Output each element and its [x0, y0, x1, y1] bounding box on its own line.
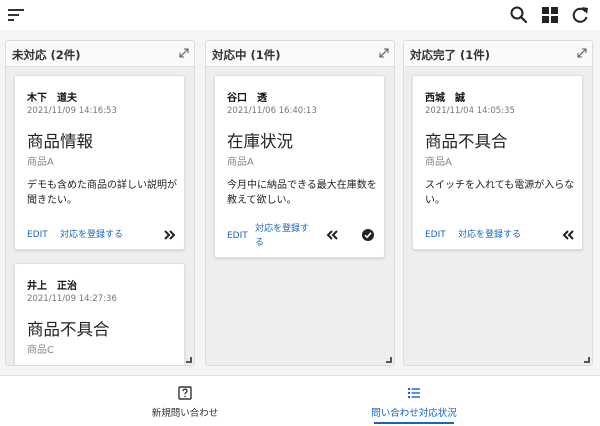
sort-menu-icon[interactable]: [8, 8, 24, 22]
inquiry-card[interactable]: 井上 正治 2021/11/09 14:27:36 商品不具合 商品C: [14, 263, 185, 365]
double-chevron-right-icon[interactable]: [163, 228, 177, 242]
timestamp: 2021/11/06 16:40:13: [227, 106, 317, 116]
customer-name: 木下 道夫: [27, 93, 77, 104]
column-title: 対応完了 (1件): [410, 48, 491, 62]
column-header: 対応中 (1件): [206, 41, 394, 67]
expand-icon[interactable]: [179, 48, 189, 58]
bottom-navigation: 新規問い合わせ 問い合わせ対応状況: [0, 375, 600, 425]
register-response-button[interactable]: 対応を登録する: [60, 228, 123, 242]
column-in-progress: 対応中 (1件) 谷口 透 2021/11/06 16:40:13 在庫状況 商…: [205, 40, 395, 366]
tab-new-inquiry[interactable]: 新規問い合わせ: [85, 376, 285, 426]
edit-button[interactable]: EDIT: [27, 230, 48, 240]
register-response-button[interactable]: 対応を登録する: [255, 222, 311, 250]
expand-icon[interactable]: [577, 48, 587, 58]
timestamp: 2021/11/09 14:27:36: [27, 294, 117, 304]
double-chevron-left-icon[interactable]: [325, 228, 339, 242]
product-name: 商品C: [27, 345, 54, 356]
column-header: 未対応 (2件): [6, 41, 194, 67]
product-name: 商品A: [227, 157, 254, 168]
list-icon: [408, 388, 420, 398]
inquiry-description: 今月中に納品できる最大在庫数を教えて欲しい。: [227, 180, 377, 206]
resize-handle[interactable]: [186, 357, 192, 363]
inquiry-subject: 商品情報: [27, 132, 93, 151]
timestamp: 2021/11/09 14:16:53: [27, 106, 117, 116]
inquiry-description: デモも含めた商品の詳しい説明が聞きたい。: [27, 180, 177, 206]
customer-name: 谷口 透: [227, 93, 267, 104]
help-box-icon: [178, 386, 192, 400]
resize-handle[interactable]: [584, 357, 590, 363]
inquiry-card[interactable]: 西城 誠 2021/11/04 14:05:35 商品不具合 商品A スイッチを…: [412, 75, 583, 250]
inquiry-card[interactable]: 木下 道夫 2021/11/09 14:16:53 商品情報 商品A デモも含め…: [14, 75, 185, 250]
inquiry-card[interactable]: 谷口 透 2021/11/06 16:40:13 在庫状況 商品A 今月中に納品…: [214, 75, 385, 258]
timestamp: 2021/11/04 14:05:35: [425, 106, 515, 116]
refresh-icon[interactable]: [570, 5, 590, 25]
customer-name: 西城 誠: [425, 93, 465, 104]
column-completed: 対応完了 (1件) 西城 誠 2021/11/04 14:05:35 商品不具合…: [403, 40, 593, 366]
column-title: 未対応 (2件): [12, 48, 81, 62]
search-icon[interactable]: [509, 5, 529, 25]
register-response-button[interactable]: 対応を登録する: [458, 228, 521, 242]
column-unhandled: 未対応 (2件) 木下 道夫 2021/11/09 14:16:53 商品情報 …: [5, 40, 195, 366]
resize-handle[interactable]: [386, 357, 392, 363]
grid-view-icon[interactable]: [540, 5, 560, 25]
edit-button[interactable]: EDIT: [425, 230, 446, 240]
double-chevron-left-icon[interactable]: [561, 228, 575, 242]
tab-label: 問い合わせ対応状況: [371, 408, 457, 419]
customer-name: 井上 正治: [27, 281, 77, 292]
edit-button[interactable]: EDIT: [227, 231, 248, 241]
inquiry-subject: 在庫状況: [227, 132, 293, 151]
inquiry-description: スイッチを入れても電源が入らない。: [425, 180, 575, 206]
product-name: 商品A: [425, 157, 452, 168]
kanban-board: 未対応 (2件) 木下 道夫 2021/11/09 14:16:53 商品情報 …: [0, 30, 600, 375]
column-header: 対応完了 (1件): [404, 41, 592, 67]
tab-inquiry-status[interactable]: 問い合わせ対応状況: [314, 376, 514, 426]
top-app-bar: [0, 0, 600, 30]
inquiry-subject: 商品不具合: [27, 320, 110, 339]
column-title: 対応中 (1件): [212, 48, 281, 62]
inquiry-subject: 商品不具合: [425, 132, 508, 151]
tab-label: 新規問い合わせ: [151, 408, 219, 419]
active-tab-indicator: [374, 422, 454, 424]
product-name: 商品A: [27, 157, 54, 168]
expand-icon[interactable]: [379, 48, 389, 58]
check-circle-icon[interactable]: [361, 228, 375, 242]
